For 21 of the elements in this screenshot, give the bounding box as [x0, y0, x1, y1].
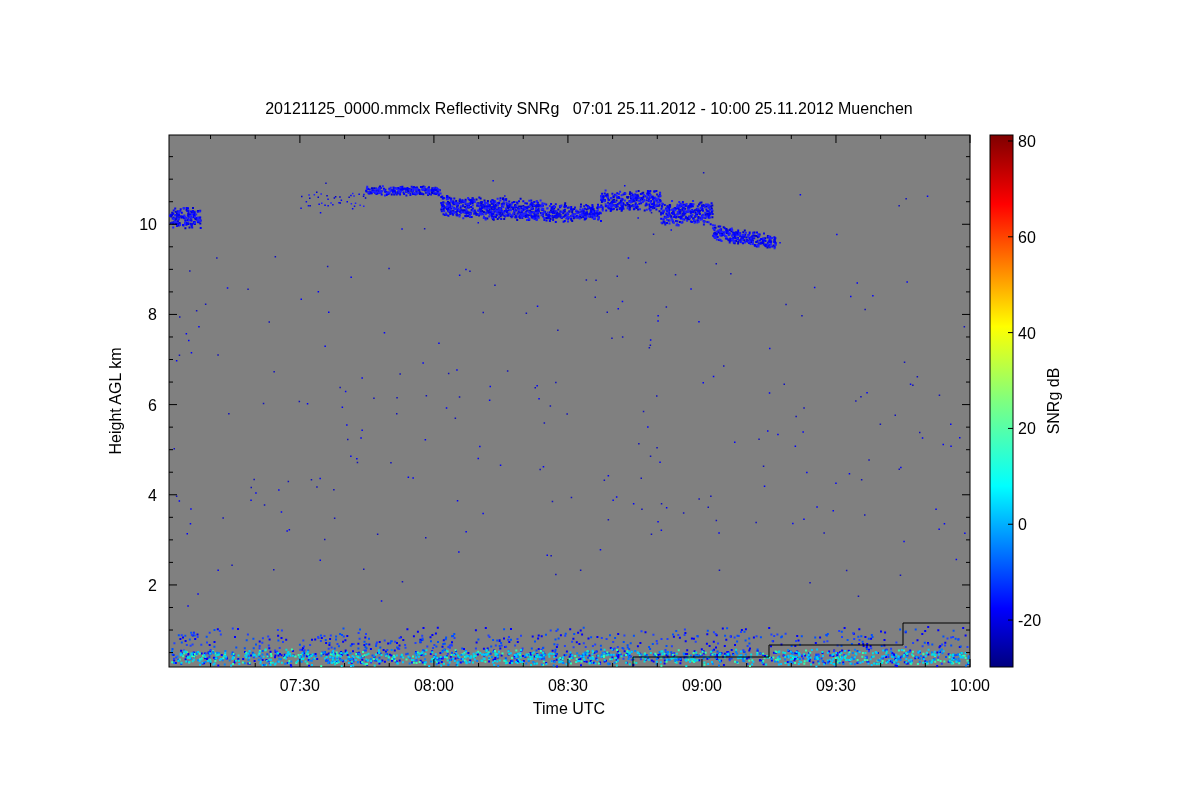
colorbar-tick-label: -20 — [1018, 612, 1042, 630]
x-tick-label: 10:00 — [950, 677, 990, 694]
colorbar-tick-label: 40 — [1018, 324, 1036, 342]
y-tick-label: 6 — [148, 396, 157, 414]
y-tick-label: 10 — [139, 216, 157, 234]
y-tick-label: 2 — [148, 576, 157, 594]
colorbar-tick-label: 0 — [1018, 516, 1027, 534]
x-tick-label: 09:30 — [815, 677, 856, 694]
x-tick-label: 08:00 — [413, 677, 454, 694]
x-tick-label: 08:30 — [547, 677, 588, 694]
x-tick-label: 09:00 — [681, 677, 722, 694]
colorbar-tick-label: 80 — [1018, 133, 1036, 150]
colorbar-tick-label: 20 — [1018, 420, 1036, 438]
x-axis-label: Time UTC — [532, 700, 606, 717]
y-tick-label: 8 — [148, 306, 157, 324]
colorbar-label: SNRg dB — [1045, 367, 1062, 435]
y-axis-label: Height AGL km — [107, 347, 124, 455]
y-tick-label: 4 — [148, 486, 157, 504]
colorbar-tick-label: 60 — [1018, 228, 1036, 246]
plot-title: 20121125_0000.mmclx Reflectivity SNRg 07:01 25.11.2012 - 10:00 25.11.2012 Muenchen — [265, 100, 913, 117]
x-tick-label: 07:30 — [279, 677, 320, 694]
